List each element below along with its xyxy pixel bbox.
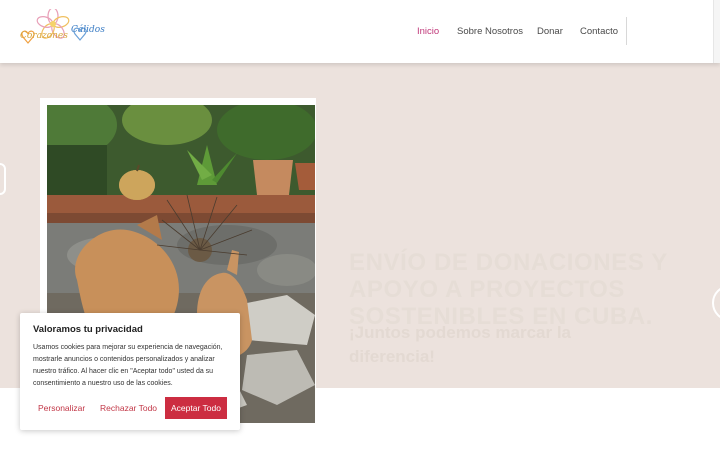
accept-all-button[interactable]: Aceptar Todo [165, 397, 227, 419]
reject-all-button[interactable]: Rechazar Todo [100, 397, 157, 419]
customize-cookies-button[interactable]: Personalizar [38, 397, 85, 419]
page-scrollbar[interactable] [713, 0, 720, 63]
page: Corazones Cálidos Inicio Sobre Nosotros … [0, 0, 720, 450]
hero-subtitle: ¡Juntos podemos marcar la diferencia! [349, 323, 572, 366]
cookie-title: Valoramos tu privacidad [33, 324, 143, 335]
logo-word-corazones: Corazones [20, 31, 68, 41]
nav-link-contacto[interactable]: Contacto [580, 26, 618, 37]
nav-link-donar[interactable]: Donar [537, 26, 563, 37]
slider-next-button[interactable] [712, 285, 720, 321]
nav-divider [626, 17, 627, 45]
logo-word-calidos: Cálidos [71, 25, 105, 35]
nav-link-sobre-nosotros[interactable]: Sobre Nosotros [457, 26, 523, 37]
cookie-consent-banner: Valoramos tu privacidad Usamos cookies p… [20, 313, 240, 430]
site-header: Corazones Cálidos Inicio Sobre Nosotros … [0, 0, 720, 63]
slider-prev-arrow[interactable] [0, 163, 6, 195]
hero-title: ENVÍO DE DONACIONES Y APOYO A PROYECTOS … [349, 249, 668, 330]
nav-link-inicio[interactable]: Inicio [417, 26, 439, 37]
cookie-description: Usamos cookies para mejorar su experienc… [33, 344, 223, 387]
